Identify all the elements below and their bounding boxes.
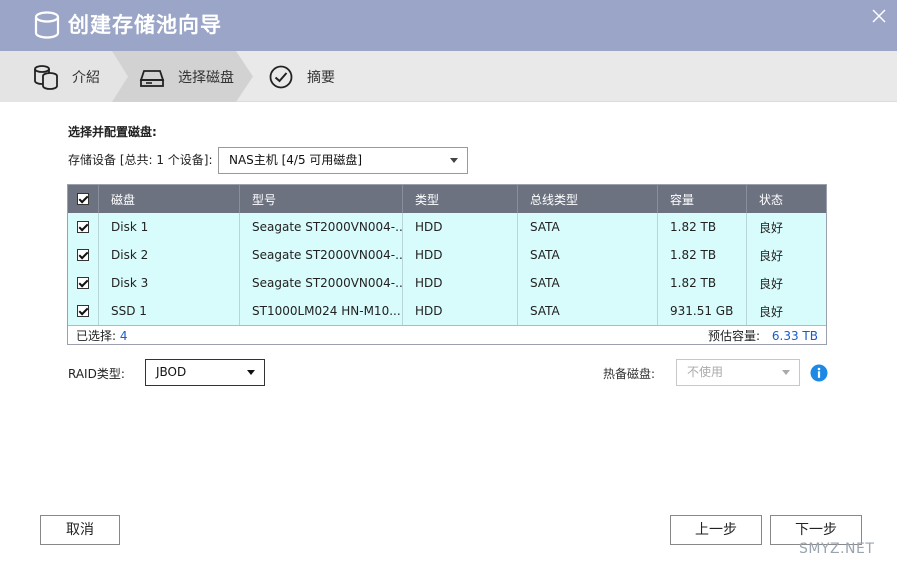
chevron-down-icon [782, 370, 790, 375]
selected-label: 已选择: [76, 328, 117, 343]
active-step-highlight [0, 51, 253, 102]
previous-button[interactable]: 上一步 [670, 515, 762, 545]
column-header-type[interactable]: 类型 [403, 185, 518, 213]
selected-count: 4 [119, 328, 128, 343]
disk-model: Seagate ST2000VN004-... [240, 213, 403, 241]
chevron-down-icon [450, 158, 458, 163]
row-checkbox[interactable] [77, 277, 89, 289]
table-header: 磁盘 型号 类型 总线类型 容量 状态 [68, 185, 826, 213]
hard-drive-icon [139, 69, 165, 87]
select-all-checkbox[interactable] [77, 193, 89, 205]
disk-status: 良好 [759, 248, 784, 263]
step-label: 介紹 [72, 69, 100, 86]
column-header-disk[interactable]: 磁盘 [99, 185, 240, 213]
disk-name: Disk 1 [99, 213, 240, 241]
row-checkbox[interactable] [77, 221, 89, 233]
table-row[interactable]: Disk 1 Seagate ST2000VN004-... HDD SATA … [68, 213, 826, 241]
step-select-disks: 选择磁盘 [138, 51, 234, 102]
row-check-cell [68, 269, 99, 297]
row-check-cell [68, 297, 99, 325]
table-footer: 已选择: 4 预估容量: 6.33 TB [68, 325, 826, 344]
disk-status: 良好 [759, 276, 784, 291]
disk-bus: SATA [518, 297, 658, 325]
select-all-cell [68, 185, 99, 213]
database-icon [34, 64, 58, 90]
column-header-bus[interactable]: 总线类型 [518, 185, 658, 213]
row-checkbox[interactable] [77, 305, 89, 317]
database-icon [34, 11, 60, 39]
capacity-value: 6.33 TB [771, 328, 818, 343]
row-check-cell [68, 213, 99, 241]
disk-model: Seagate ST2000VN004-... [240, 241, 403, 269]
storage-device-value: NAS主机 [4/5 可用磁盘] [229, 153, 363, 167]
disk-bus: SATA [518, 269, 658, 297]
table-row[interactable]: Disk 2 Seagate ST2000VN004-... HDD SATA … [68, 241, 826, 269]
raid-type-value: JBOD [156, 365, 187, 379]
step-label: 摘要 [307, 69, 335, 86]
capacity-summary: 预估容量: 6.33 TB [708, 327, 818, 344]
disk-type: HDD [403, 297, 518, 325]
disk-name: Disk 3 [99, 269, 240, 297]
column-header-capacity[interactable]: 容量 [658, 185, 747, 213]
disk-name: Disk 2 [99, 241, 240, 269]
table-row[interactable]: Disk 3 Seagate ST2000VN004-... HDD SATA … [68, 269, 826, 297]
window-title: 创建存储池向导 [68, 13, 222, 37]
step-intro: 介紹 [32, 51, 100, 102]
disk-capacity: 1.82 TB [658, 213, 747, 241]
storage-device-select[interactable]: NAS主机 [4/5 可用磁盘] [218, 147, 468, 174]
disk-model: ST1000LM024 HN-M10... [240, 297, 403, 325]
column-header-model[interactable]: 型号 [240, 185, 403, 213]
hot-spare-label: 热备磁盘: [603, 367, 656, 381]
disk-type: HDD [403, 213, 518, 241]
cancel-button[interactable]: 取消 [40, 515, 120, 545]
disk-bus: SATA [518, 213, 658, 241]
check-circle-icon [269, 65, 293, 88]
step-summary: 摘要 [267, 51, 335, 102]
disk-status: 良好 [759, 304, 784, 319]
step-label: 选择磁盘 [178, 69, 234, 86]
disk-type: HDD [403, 269, 518, 297]
hot-spare-value: 不使用 [687, 365, 724, 379]
window-titlebar: 创建存储池向导 [0, 0, 897, 51]
disk-capacity: 1.82 TB [658, 269, 747, 297]
disk-capacity: 1.82 TB [658, 241, 747, 269]
wizard-steps: 介紹 选择磁盘 摘要 [0, 51, 897, 102]
close-icon[interactable] [871, 8, 887, 24]
capacity-label: 预估容量: [708, 328, 761, 343]
selected-summary: 已选择: 4 [76, 327, 128, 344]
disk-capacity: 931.51 GB [658, 297, 747, 325]
storage-device-label: 存储设备 [总共: 1 个设备]: [68, 153, 213, 167]
watermark: SMYZ.NET [799, 541, 875, 557]
disk-table: 磁盘 型号 类型 总线类型 容量 状态 Disk 1 Seagate ST200… [67, 184, 827, 345]
table-row[interactable]: SSD 1 ST1000LM024 HN-M10... HDD SATA 931… [68, 297, 826, 325]
column-header-status[interactable]: 状态 [747, 185, 826, 213]
info-icon[interactable] [810, 364, 828, 382]
chevron-down-icon [247, 370, 255, 375]
disk-bus: SATA [518, 241, 658, 269]
disk-type: HDD [403, 241, 518, 269]
hot-spare-select: 不使用 [676, 359, 800, 386]
disk-name: SSD 1 [99, 297, 240, 325]
row-checkbox[interactable] [77, 249, 89, 261]
disk-status: 良好 [759, 220, 784, 235]
raid-type-select[interactable]: JBOD [145, 359, 265, 386]
raid-type-label: RAID类型: [68, 367, 125, 381]
row-check-cell [68, 241, 99, 269]
disk-model: Seagate ST2000VN004-... [240, 269, 403, 297]
section-title: 选择并配置磁盘: [68, 125, 157, 139]
